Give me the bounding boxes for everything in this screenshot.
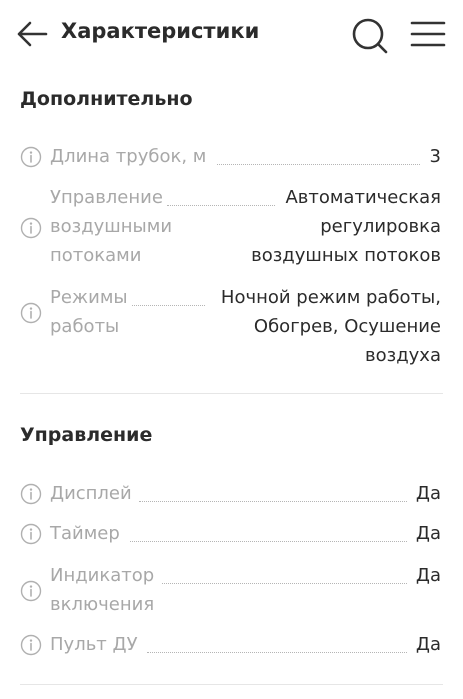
dotted-leader [147,652,407,653]
section-title-control: Управление [20,424,153,446]
spec-value: Автоматическая [285,187,441,208]
spec-value: Да [415,523,441,544]
info-icon[interactable] [20,302,42,324]
spec-value: воздуха [365,345,441,366]
info-icon[interactable] [20,146,42,168]
info-icon[interactable] [20,483,42,505]
arrow-left-icon[interactable] [16,20,48,48]
spec-value: 3 [429,146,441,167]
spec-value: Обогрев, Осушение [253,316,441,337]
spec-label: потоками [50,245,142,266]
search-icon[interactable] [350,16,388,54]
spec-row-remote-control: Пульт ДУ Да [0,630,463,660]
spec-label: Дисплей [50,483,132,504]
spec-label: Режимы [50,287,128,308]
spec-value: Да [415,483,441,504]
spec-row-timer: Таймер Да [0,519,463,549]
spec-value: воздушных потоков [251,245,441,266]
spec-row-power-indicator: Индикатор включения Да [0,561,463,621]
dotted-leader [132,305,205,306]
spec-row-operating-modes: Режимы работы Ночной режим работы, Обогр… [0,283,463,373]
spec-value: Да [415,634,441,655]
info-icon[interactable] [20,580,42,602]
dotted-leader [130,541,407,542]
spec-value: регулировка [320,216,441,237]
spec-label: Длина трубок, м [50,146,207,167]
spec-label: Пульт ДУ [50,634,138,655]
section-divider [20,393,443,394]
spec-row-tube-length: Длина трубок, м 3 [0,142,463,172]
spec-label: Управление [50,187,163,208]
spec-label: Индикатор [50,565,155,586]
dotted-leader [162,583,407,584]
spec-value: Ночной режим работы, [220,287,441,308]
dotted-leader [139,501,407,502]
spec-label: Таймер [50,523,120,544]
spec-label: включения [50,594,155,615]
spec-label: работы [50,316,120,337]
spec-row-airflow-control: Управление воздушными потоками Автоматич… [0,183,463,273]
spec-row-display: Дисплей Да [0,479,463,509]
section-title-additional: Дополнительно [20,88,193,110]
dotted-leader [217,164,420,165]
section-divider [20,684,443,685]
info-icon[interactable] [20,634,42,656]
hamburger-menu-icon[interactable] [410,20,446,48]
page-title: Характеристики [61,19,260,43]
spec-label: воздушными [50,216,173,237]
info-icon[interactable] [20,523,42,545]
header: Характеристики [0,0,463,70]
dotted-leader [167,205,275,206]
info-icon[interactable] [20,217,42,239]
spec-value: Да [415,565,441,586]
